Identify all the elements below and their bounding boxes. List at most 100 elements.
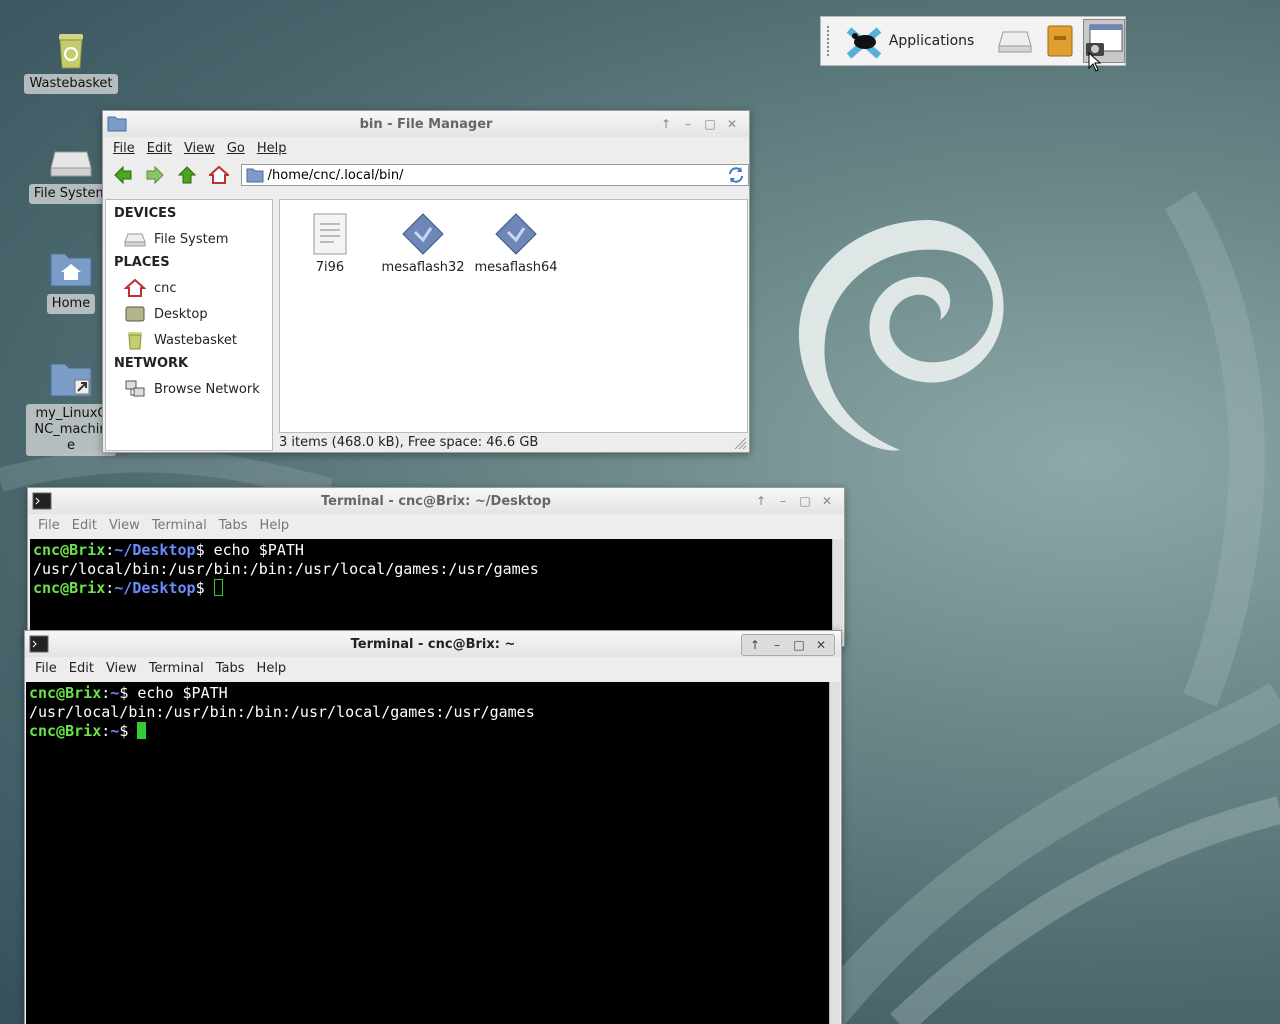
- hard-drive-icon: [47, 134, 95, 182]
- cursor: [137, 722, 147, 739]
- sidebar-item-browse-network[interactable]: Browse Network: [106, 376, 272, 402]
- sidebar-item-label: Desktop: [154, 306, 208, 322]
- sidebar-item-label: Browse Network: [154, 381, 260, 397]
- maximize-icon[interactable]: □: [788, 635, 810, 655]
- applications-menu-button[interactable]: Applications: [839, 19, 981, 63]
- scrollbar[interactable]: [829, 682, 840, 1024]
- xfce-mouse-icon: [846, 27, 882, 59]
- resize-grip-icon[interactable]: [733, 436, 747, 450]
- sidebar-header-network: NETWORK: [114, 356, 189, 371]
- terminal-window-home: Terminal - cnc@Brix: ~ ↑ – □ ✕ File Edit…: [24, 630, 842, 1024]
- menu-view[interactable]: View: [178, 141, 221, 156]
- panel-file-manager-button[interactable]: [1039, 19, 1081, 63]
- wastebasket-icon: [47, 24, 95, 72]
- cursor: [213, 579, 223, 596]
- menu-view[interactable]: View: [103, 518, 146, 533]
- reload-icon[interactable]: [727, 166, 745, 184]
- minimize-icon[interactable]: –: [772, 491, 794, 511]
- file-name: mesaflash32: [381, 260, 465, 275]
- hard-drive-icon: [124, 233, 146, 247]
- file-cabinet-icon: [1047, 25, 1073, 57]
- terminal-titlebar[interactable]: Terminal - cnc@Brix: ~/Desktop ↑ – □ ✕: [28, 488, 844, 514]
- file-manager-menubar: File Edit View Go Help: [103, 137, 749, 159]
- terminal-icon: [29, 634, 49, 654]
- window-controls: ↑ – □ ✕: [655, 114, 743, 134]
- close-icon[interactable]: ✕: [721, 114, 743, 134]
- drive-icon: [998, 31, 1033, 53]
- executable-icon: [402, 213, 444, 255]
- terminal-menubar: File Edit View Terminal Tabs Help: [25, 657, 841, 679]
- location-path: /home/cnc/.local/bin/: [267, 167, 404, 183]
- keep-above-icon[interactable]: ↑: [655, 114, 677, 134]
- close-icon[interactable]: ✕: [816, 491, 838, 511]
- minimize-icon[interactable]: –: [766, 635, 788, 655]
- network-icon: [125, 380, 145, 397]
- output-line: /usr/local/bin:/usr/bin:/bin:/usr/local/…: [33, 560, 539, 578]
- menu-edit[interactable]: Edit: [141, 141, 178, 156]
- file-name: 7i96: [315, 260, 345, 275]
- file-manager-titlebar[interactable]: bin - File Manager ↑ – □ ✕: [103, 111, 749, 137]
- menu-edit[interactable]: Edit: [63, 661, 100, 676]
- back-button[interactable]: [109, 161, 137, 189]
- menu-help[interactable]: Help: [251, 661, 293, 676]
- menu-file[interactable]: File: [32, 518, 66, 533]
- menu-help[interactable]: Help: [251, 141, 293, 156]
- forward-button[interactable]: [141, 161, 169, 189]
- panel-grip[interactable]: [827, 26, 833, 56]
- menu-help[interactable]: Help: [254, 518, 296, 533]
- menu-go[interactable]: Go: [221, 141, 251, 156]
- window-title: bin - File Manager: [359, 116, 493, 132]
- sidebar-item-file-system[interactable]: File System: [106, 226, 272, 252]
- sidebar-item-wastebasket[interactable]: Wastebasket: [106, 327, 272, 353]
- folder-icon: [107, 114, 127, 134]
- wastebasket-icon: [128, 332, 142, 350]
- scrollbar[interactable]: [832, 539, 843, 644]
- close-icon[interactable]: ✕: [810, 635, 832, 655]
- menu-tabs[interactable]: Tabs: [213, 518, 254, 533]
- menu-terminal[interactable]: Terminal: [146, 518, 213, 533]
- menu-file[interactable]: File: [107, 141, 141, 156]
- status-bar: 3 items (468.0 kB), Free space: 46.6 GB: [279, 435, 539, 450]
- sidebar-item-cnc[interactable]: cnc: [106, 275, 272, 301]
- keep-above-icon[interactable]: ↑: [750, 491, 772, 511]
- sidebar-item-label: cnc: [154, 280, 177, 296]
- text-file-icon: [313, 213, 347, 255]
- panel-drive-button[interactable]: [994, 19, 1036, 63]
- desktop-icon-label: Wastebasket: [24, 74, 118, 94]
- sidebar-item-desktop[interactable]: Desktop: [106, 301, 272, 327]
- sidebar-item-label: Wastebasket: [154, 332, 238, 348]
- menu-terminal[interactable]: Terminal: [143, 661, 210, 676]
- home-icon: [124, 278, 146, 297]
- terminal-titlebar[interactable]: Terminal - cnc@Brix: ~ ↑ – □ ✕: [25, 631, 841, 657]
- terminal-window-desktop: Terminal - cnc@Brix: ~/Desktop ↑ – □ ✕ F…: [27, 487, 845, 647]
- terminal-menubar: File Edit View Terminal Tabs Help: [28, 514, 844, 536]
- file-item[interactable]: mesaflash64: [470, 212, 562, 275]
- menu-tabs[interactable]: Tabs: [210, 661, 251, 676]
- maximize-icon[interactable]: □: [794, 491, 816, 511]
- folder-icon: [246, 168, 264, 183]
- window-title: Terminal - cnc@Brix: ~/Desktop: [321, 493, 551, 509]
- keep-above-icon[interactable]: ↑: [744, 635, 766, 655]
- location-bar[interactable]: /home/cnc/.local/bin/: [240, 164, 749, 186]
- menu-view[interactable]: View: [100, 661, 143, 676]
- terminal-output[interactable]: cnc@Brix:~/Desktop$ echo $PATH /usr/loca…: [30, 539, 832, 644]
- file-view-pane[interactable]: 7i96 mesaflash32 mesaflash64: [279, 199, 748, 433]
- applications-label: Applications: [888, 33, 975, 49]
- maximize-icon[interactable]: □: [699, 114, 721, 134]
- menu-file[interactable]: File: [29, 661, 63, 676]
- desktop-icon: [125, 306, 145, 322]
- home-button[interactable]: [205, 161, 233, 189]
- desktop-icon-label: Home: [46, 294, 96, 314]
- menu-edit[interactable]: Edit: [66, 518, 103, 533]
- up-button[interactable]: [173, 161, 201, 189]
- top-panel: Applications: [820, 16, 1126, 66]
- minimize-icon[interactable]: –: [677, 114, 699, 134]
- executable-icon: [495, 213, 537, 255]
- file-item[interactable]: 7i96: [284, 212, 376, 275]
- terminal-output[interactable]: cnc@Brix:~$ echo $PATH /usr/local/bin:/u…: [26, 682, 829, 1024]
- window-title: Terminal - cnc@Brix: ~: [350, 636, 516, 652]
- desktop-icon-wastebasket[interactable]: Wastebasket: [23, 24, 119, 94]
- home-icon: [208, 165, 229, 184]
- file-item[interactable]: mesaflash32: [377, 212, 469, 275]
- window-controls: ↑ – □ ✕: [750, 491, 838, 511]
